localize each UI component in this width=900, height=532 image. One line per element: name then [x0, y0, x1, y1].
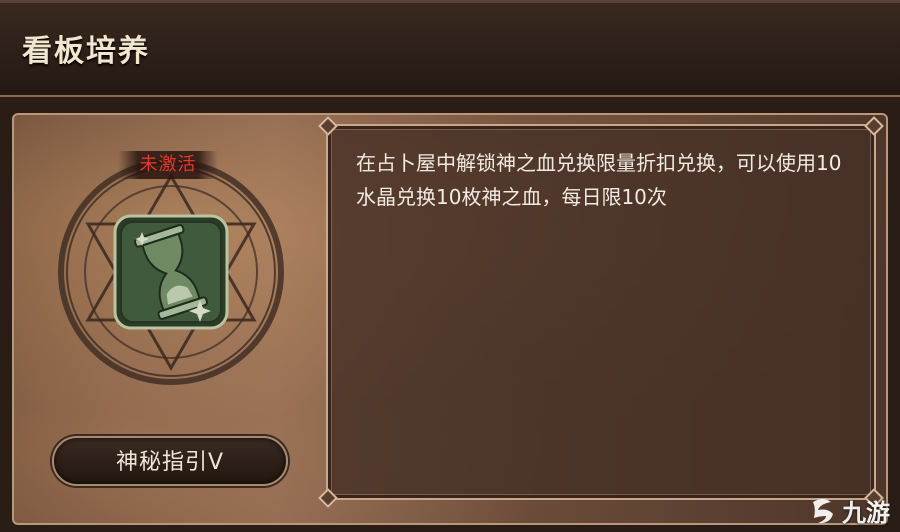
watermark: 九游 — [808, 493, 890, 528]
title-bar: 看板培养 — [0, 0, 900, 97]
skill-name-button[interactable]: 神秘指引Ⅴ — [52, 436, 288, 486]
hourglass-icon — [134, 224, 211, 322]
description-text: 在占卜屋中解锁神之血兑换限量折扣兑换，可以使用10水晶兑换10枚神之血，每日限1… — [356, 151, 842, 209]
jiuyou-logo-icon — [813, 498, 833, 523]
status-badge: 未激活 — [118, 151, 218, 179]
watermark-text: 九游 — [842, 499, 890, 527]
page-title: 看板培养 — [22, 34, 150, 69]
